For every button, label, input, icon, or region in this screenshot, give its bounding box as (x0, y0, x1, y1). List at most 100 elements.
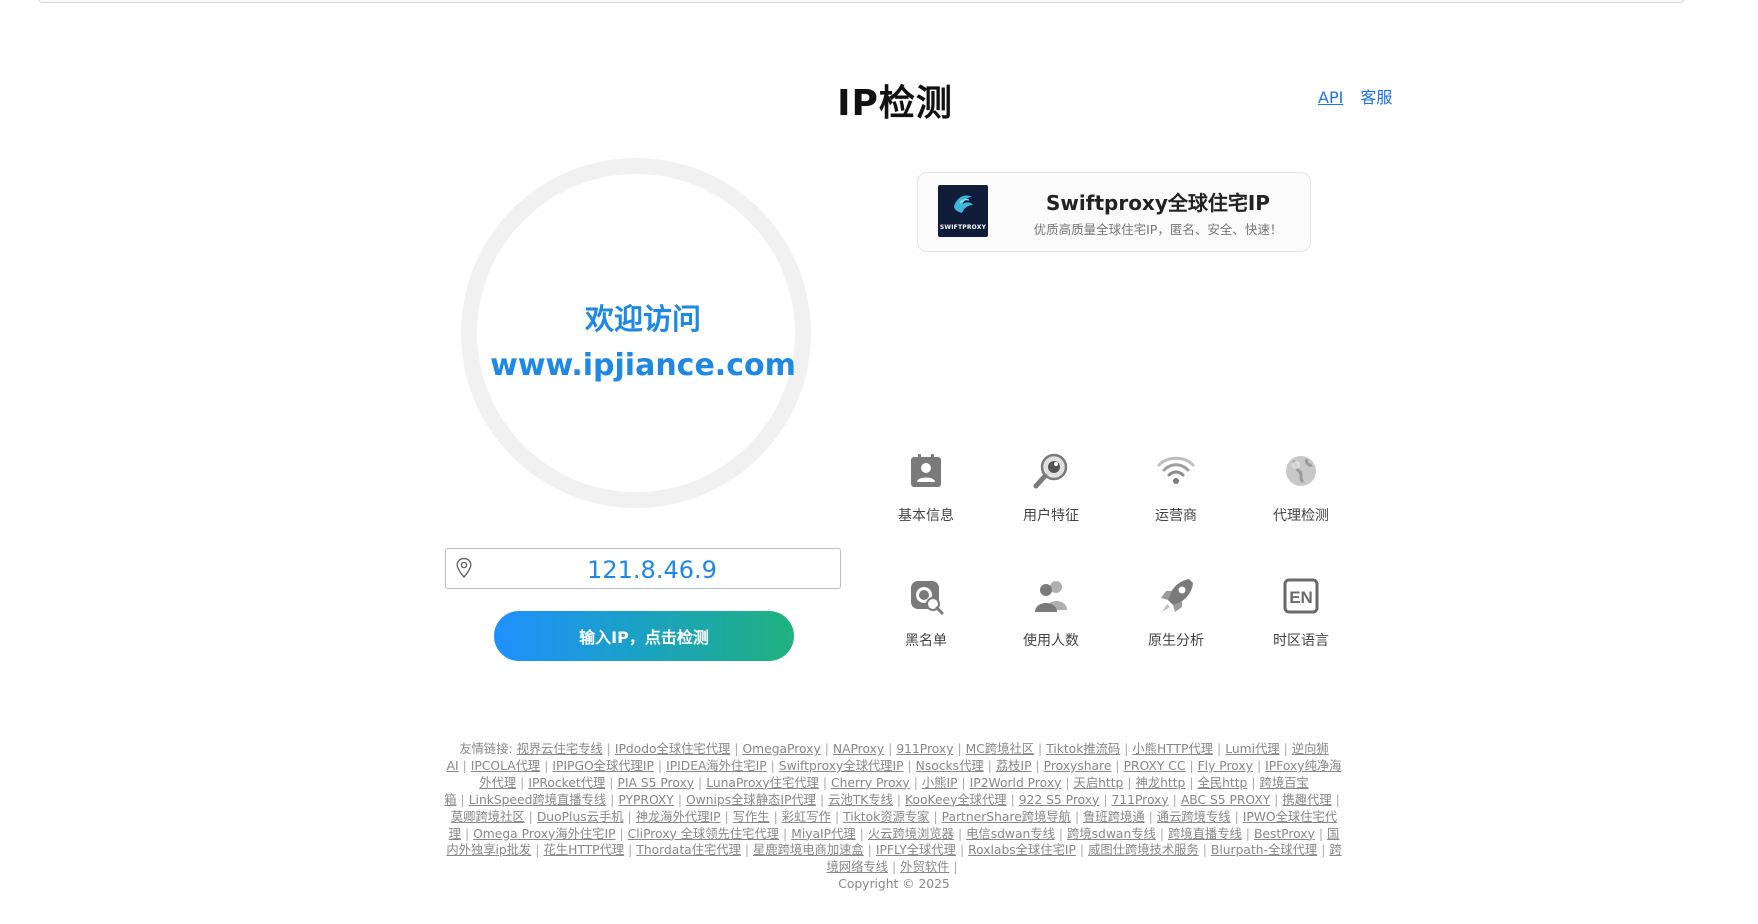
feature-native-analysis[interactable]: 原生分析 (1116, 576, 1236, 666)
friend-link[interactable]: LunaProxy住宅代理 (706, 776, 819, 790)
friend-link[interactable]: 跨境sdwan专线 (1067, 827, 1156, 841)
link-separator: | (606, 742, 611, 756)
friend-link[interactable]: Fly Proxy (1198, 759, 1253, 773)
link-separator: | (834, 809, 840, 824)
link-separator: | (770, 758, 775, 773)
friend-link[interactable]: NAProxy (833, 742, 884, 756)
friend-link[interactable]: 小熊HTTP代理 (1132, 742, 1213, 756)
friend-link[interactable]: OmegaProxy (742, 742, 820, 756)
welcome-domain: www.ipjiance.com (490, 348, 796, 383)
friend-link[interactable]: Swiftproxy全球代理IP (779, 759, 904, 773)
link-separator: | (1065, 775, 1070, 790)
friend-link[interactable]: 711Proxy (1112, 793, 1169, 807)
friend-link[interactable]: 星鹿跨境电商加速盒 (753, 843, 864, 857)
feature-basic-info[interactable]: 基本信息 (866, 451, 986, 541)
friend-link[interactable]: Ownips全球静态IP代理 (686, 793, 816, 807)
promo-title: Swiftproxy全球住宅IP (1046, 191, 1270, 215)
detect-button[interactable]: 输入IP，点击检测 (494, 611, 794, 661)
friend-link[interactable]: Blurpath-全球代理 (1211, 843, 1317, 857)
feature-label: 运营商 (1155, 508, 1197, 524)
globe-icon (1286, 456, 1316, 486)
friend-link[interactable]: Thordata住宅代理 (636, 843, 741, 857)
friend-link[interactable]: 922 S5 Proxy (1019, 793, 1100, 807)
link-separator: | (677, 792, 682, 807)
link-separator: | (462, 758, 467, 773)
friend-link[interactable]: 通云跨境专线 (1157, 810, 1231, 824)
friend-link[interactable]: 天启http (1074, 776, 1124, 790)
friend-link[interactable]: 电信sdwan专线 (966, 827, 1055, 841)
friend-link[interactable]: 鲁班跨境通 (1083, 810, 1145, 824)
friend-link[interactable]: IPIPGO全球代理IP (552, 759, 654, 773)
friend-link[interactable]: PYPROXY (618, 793, 673, 807)
feature-label: 时区语言 (1273, 633, 1329, 649)
friend-link[interactable]: Lumi代理 (1225, 742, 1279, 756)
friend-link[interactable]: 外贸软件 (900, 860, 949, 874)
friend-link[interactable]: 小熊IP (922, 776, 958, 790)
ip-input[interactable] (480, 554, 824, 586)
friend-link[interactable]: PROXY CC (1124, 759, 1186, 773)
friend-link[interactable]: 荔枝IP (996, 759, 1032, 773)
feature-proxy-detect[interactable]: 代理检测 (1241, 451, 1361, 541)
promo-card-swiftproxy[interactable]: SWIFTPROXY Swiftproxy全球住宅IP 优质高质量全球住宅IP，… (917, 172, 1311, 252)
api-link[interactable]: API (1318, 88, 1343, 107)
friend-link[interactable]: Omega Proxy海外住宅IP (473, 827, 615, 841)
friend-link[interactable]: IPdodo全球住宅代理 (615, 742, 730, 756)
friend-link[interactable]: BestProxy (1254, 827, 1315, 841)
friend-link[interactable]: Tiktok推流码 (1046, 742, 1120, 756)
friend-link[interactable]: 写作生 (733, 810, 770, 824)
svg-text:EN: EN (1289, 588, 1313, 607)
friend-link[interactable]: 莫卿跨境社区 (451, 810, 525, 824)
friend-link[interactable]: IPIDEA海外住宅IP (666, 759, 767, 773)
link-separator: | (1202, 843, 1207, 858)
friend-link[interactable]: Nsocks代理 (916, 759, 984, 773)
feature-blacklist[interactable]: 黑名单 (866, 576, 986, 666)
friend-link[interactable]: PIA S5 Proxy (617, 776, 694, 790)
friend-link[interactable]: IPFLY全球代理 (876, 843, 956, 857)
friend-link[interactable]: Proxyshare (1044, 759, 1112, 773)
friend-link[interactable]: 神龙海外代理IP (636, 810, 721, 824)
link-separator: | (744, 843, 750, 858)
customer-service-link[interactable]: 客服 (1360, 88, 1392, 107)
friend-link[interactable]: 视界云住宅专线 (517, 742, 603, 756)
friend-link[interactable]: 威图仕跨境技术服务 (1088, 843, 1199, 857)
friend-link[interactable]: 云池TK专线 (828, 793, 893, 807)
link-separator: | (1159, 826, 1164, 841)
link-separator: | (528, 809, 533, 824)
friend-link[interactable]: 花生HTTP代理 (544, 843, 625, 857)
friend-link[interactable]: IPCOLA代理 (471, 759, 540, 773)
friend-link[interactable]: Roxlabs全球住宅IP (968, 843, 1076, 857)
friend-link[interactable]: MiyaIP代理 (791, 827, 855, 841)
friend-link[interactable]: 携趣代理 (1282, 793, 1331, 807)
friend-link[interactable]: 神龙http (1136, 776, 1186, 790)
friend-link[interactable]: 彩虹写作 (782, 810, 831, 824)
link-separator: | (619, 826, 624, 841)
feature-user-traits[interactable]: 用户特征 (991, 451, 1111, 541)
feature-timezone-language[interactable]: EN 时区语言 (1241, 576, 1361, 666)
friend-link[interactable]: IP2World Proxy (970, 776, 1062, 790)
friend-link[interactable]: PartnerShare跨境导航 (942, 810, 1071, 824)
friend-link[interactable]: Tiktok资源专家 (843, 810, 929, 824)
friend-link[interactable]: Cherry Proxy (831, 776, 910, 790)
link-separator: | (1103, 792, 1108, 807)
friend-link[interactable]: LinkSpeed跨境直播专线 (469, 793, 607, 807)
friend-link[interactable]: KooKeey全球代理 (905, 793, 1007, 807)
feature-isp[interactable]: 运营商 (1116, 451, 1236, 541)
friend-links: 友情链接: 视界云住宅专线 | IPdodo全球住宅代理 | OmegaProxy | NA… (444, 741, 1344, 876)
friend-link[interactable]: 火云跨境浏览器 (868, 827, 954, 841)
friend-link[interactable]: MC跨境社区 (966, 742, 1034, 756)
wifi-icon (1157, 456, 1195, 484)
friend-link[interactable]: IPRocket代理 (528, 776, 605, 790)
link-separator: | (961, 775, 966, 790)
promo-subtitle: 优质高质量全球住宅IP，匿名、安全、快速！ (1033, 222, 1283, 237)
feature-user-count[interactable]: 使用人数 (991, 576, 1111, 666)
welcome-heading: 欢迎访问 (584, 302, 701, 336)
friend-link[interactable]: CliProxy 全球领先住宅代理 (628, 827, 779, 841)
link-separator: | (1245, 826, 1250, 841)
friend-link[interactable]: 跨境直播专线 (1168, 827, 1242, 841)
link-separator: | (464, 826, 470, 841)
swiftproxy-bird-icon (954, 195, 973, 213)
friend-link[interactable]: 911Proxy (896, 742, 953, 756)
friend-link[interactable]: 全民http (1198, 776, 1248, 790)
friend-link[interactable]: DuoPlus云手机 (537, 810, 624, 824)
friend-link[interactable]: ABC S5 PROXY (1181, 793, 1270, 807)
